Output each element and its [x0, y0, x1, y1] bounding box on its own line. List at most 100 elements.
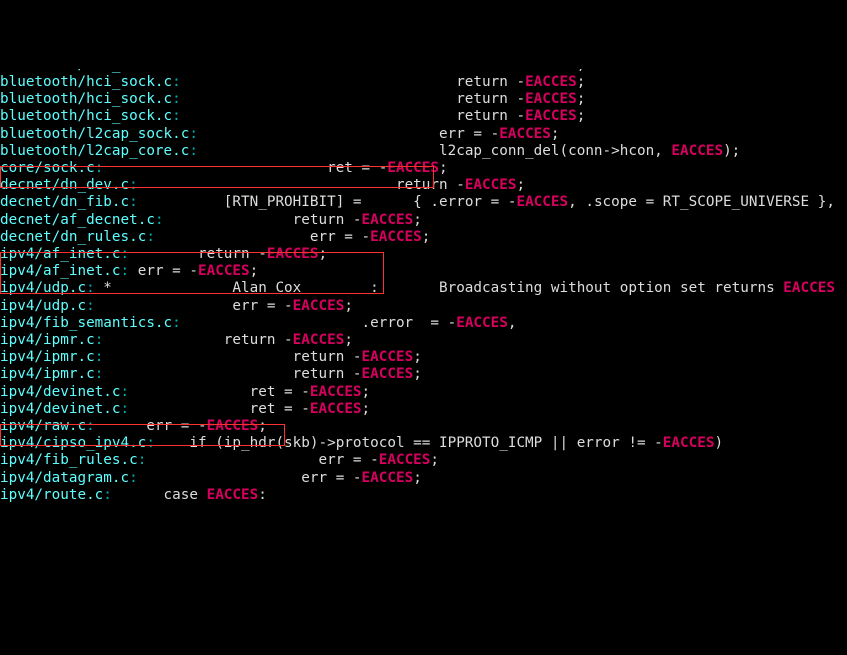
match-keyword: EACCES: [387, 160, 439, 176]
match-context-before: err = -: [198, 126, 499, 142]
grep-result-line: ipv4/devinet.c: ret = -EACCES;: [0, 401, 847, 418]
match-context-before: .error = -: [181, 315, 456, 331]
match-keyword: EACCES: [663, 435, 715, 451]
match-context-after: ;: [516, 177, 525, 193]
path-separator-colon: :: [155, 212, 164, 228]
grep-result-line: bluetooth/hci_sock.c: return -EACCES;: [0, 91, 847, 108]
match-context-before: err = -: [138, 470, 362, 486]
path-separator-colon: :: [129, 470, 138, 486]
path-separator-colon: :: [86, 298, 95, 314]
grep-result-line: ipv4/ipmr.c: return -EACCES;: [0, 366, 847, 383]
path-separator-colon: :: [86, 418, 95, 434]
match-context-after: ,: [508, 315, 517, 331]
path-separator-colon: :: [189, 126, 198, 142]
file-path: bluetooth/hci_sock.c: [0, 69, 172, 73]
file-path: decnet/dn_dev.c: [0, 177, 129, 193]
path-separator-colon: :: [121, 246, 130, 262]
match-context-after: ;: [430, 452, 439, 468]
grep-result-line: ipv4/udp.c: err = -EACCES;: [0, 298, 847, 315]
match-context-before: err = -: [95, 298, 293, 314]
file-path: ipv4/ipmr.c: [0, 349, 95, 365]
match-context-before: return -: [103, 366, 361, 382]
grep-result-line: decnet/dn_fib.c: [RTN_PROHIBIT] = { .err…: [0, 194, 847, 211]
match-context-before: err = -: [129, 263, 198, 279]
file-path: ipv4/raw.c: [0, 418, 86, 434]
match-context-before: * Alan Cox : Broadcasting without option…: [95, 280, 784, 296]
path-separator-colon: :: [121, 384, 130, 400]
path-separator-colon: :: [121, 401, 130, 417]
grep-result-line: ipv4/cipso_ipv4.c: if (ip_hdr(skb)->prot…: [0, 435, 847, 452]
file-path: core/sock.c: [0, 160, 95, 176]
match-context-after: );: [723, 143, 740, 159]
file-path: ipv4/fib_semantics.c: [0, 315, 172, 331]
path-separator-colon: :: [172, 315, 181, 331]
match-context-after: , .scope = RT_SCOPE_UNIVERSE },: [568, 194, 835, 210]
grep-result-line: ipv4/devinet.c: ret = -EACCES;: [0, 384, 847, 401]
grep-result-line: ipv4/udp.c: * Alan Cox : Broadcasting wi…: [0, 280, 847, 297]
path-separator-colon: :: [95, 349, 104, 365]
file-path: ipv4/af_inet.c: [0, 263, 121, 279]
file-path: bluetooth/hci_sock.c: [0, 108, 172, 124]
file-path: ipv4/fib_rules.c: [0, 452, 138, 468]
path-separator-colon: :: [129, 194, 138, 210]
match-keyword: EACCES: [379, 452, 431, 468]
output-lines: bluetooth/hci_sock.c: return -EACCES;blu…: [0, 69, 847, 504]
file-path: ipv4/route.c: [0, 487, 103, 503]
match-context-after: ;: [250, 263, 259, 279]
match-context-after: ;: [577, 74, 586, 90]
match-keyword: EACCES: [207, 418, 259, 434]
match-keyword: EACCES: [310, 401, 362, 417]
match-context-after: ;: [362, 401, 371, 417]
file-path: ipv4/datagram.c: [0, 470, 129, 486]
match-context-after: ;: [577, 108, 586, 124]
path-separator-colon: :: [172, 91, 181, 107]
grep-result-line: bluetooth/hci_sock.c: return -EACCES;: [0, 108, 847, 125]
match-context-before: return -: [181, 91, 525, 107]
grep-result-line: ipv4/ipmr.c: return -EACCES;: [0, 332, 847, 349]
match-context-after: ;: [362, 384, 371, 400]
match-keyword: EACCES: [525, 74, 577, 90]
match-context-after: ;: [439, 160, 448, 176]
file-path: ipv4/ipmr.c: [0, 332, 95, 348]
match-context-after: ;: [413, 470, 422, 486]
path-separator-colon: :: [95, 160, 104, 176]
grep-result-line: ipv4/datagram.c: err = -EACCES;: [0, 470, 847, 487]
path-separator-colon: :: [86, 280, 95, 296]
grep-result-line: ipv4/af_inet.c: err = -EACCES;: [0, 263, 847, 280]
match-context-before: case: [112, 487, 207, 503]
match-context-after: ;: [422, 229, 431, 245]
path-separator-colon: :: [172, 74, 181, 90]
match-keyword: EACCES: [671, 143, 723, 159]
match-context-after: ;: [413, 366, 422, 382]
match-keyword: EACCES: [293, 332, 345, 348]
path-separator-colon: :: [95, 366, 104, 382]
match-context-after: ;: [258, 418, 267, 434]
match-context-after: :: [258, 487, 267, 503]
match-context-before: return -: [103, 349, 361, 365]
match-context-after: ;: [577, 69, 586, 73]
file-path: bluetooth/hci_sock.c: [0, 74, 172, 90]
match-context-after: ;: [413, 212, 422, 228]
path-separator-colon: :: [129, 177, 138, 193]
match-context-before: return -: [181, 69, 525, 73]
file-path: bluetooth/hci_sock.c: [0, 91, 172, 107]
file-path: ipv4/udp.c: [0, 298, 86, 314]
match-context-before: return -: [181, 74, 525, 90]
match-context-before: l2cap_conn_del(conn->hcon,: [198, 143, 671, 159]
match-context-before: ret = -: [129, 384, 310, 400]
match-keyword: EACCES: [525, 91, 577, 107]
match-context-before: return -: [181, 108, 525, 124]
grep-result-line: ipv4/af_inet.c: return -EACCES;: [0, 246, 847, 263]
match-keyword: EACCES: [267, 246, 319, 262]
match-context-before: err = -: [155, 229, 370, 245]
file-path: ipv4/cipso_ipv4.c: [0, 435, 146, 451]
grep-result-line: decnet/af_decnet.c: return -EACCES;: [0, 212, 847, 229]
match-context-before: [RTN_PROHIBIT] = { .error = -: [138, 194, 517, 210]
match-context-after: ;: [413, 349, 422, 365]
grep-result-line: decnet/dn_dev.c: return -EACCES;: [0, 177, 847, 194]
grep-result-line: core/sock.c: ret = -EACCES;: [0, 160, 847, 177]
grep-result-line: bluetooth/l2cap_core.c: l2cap_conn_del(c…: [0, 143, 847, 160]
match-keyword: EACCES: [198, 263, 250, 279]
grep-result-line: ipv4/fib_rules.c: err = -EACCES;: [0, 452, 847, 469]
file-path: bluetooth/l2cap_core.c: [0, 143, 189, 159]
